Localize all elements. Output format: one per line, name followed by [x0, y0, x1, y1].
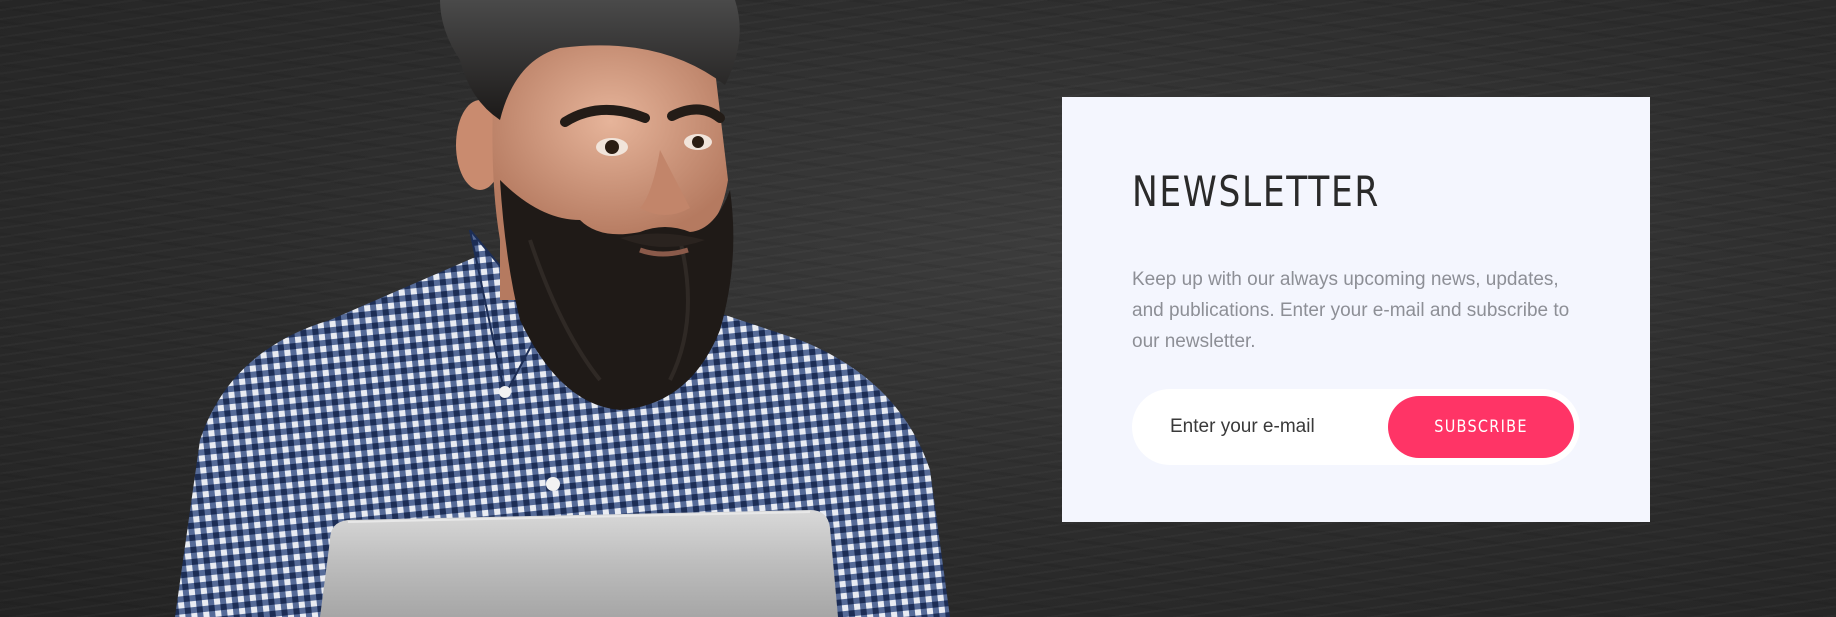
subscribe-button-label: SUBSCRIBE — [1434, 417, 1528, 437]
email-input[interactable] — [1132, 389, 1382, 465]
newsletter-title: NEWSLETTER — [1132, 167, 1380, 216]
newsletter-form: SUBSCRIBE — [1132, 389, 1580, 465]
subscribe-button[interactable]: SUBSCRIBE — [1388, 396, 1574, 458]
newsletter-section: NEWSLETTER Keep up with our always upcom… — [0, 0, 1836, 617]
newsletter-description: Keep up with our always upcoming news, u… — [1132, 269, 1570, 352]
newsletter-card: NEWSLETTER Keep up with our always upcom… — [1062, 97, 1650, 522]
bearded-man-with-laptop-photo — [175, 0, 950, 617]
